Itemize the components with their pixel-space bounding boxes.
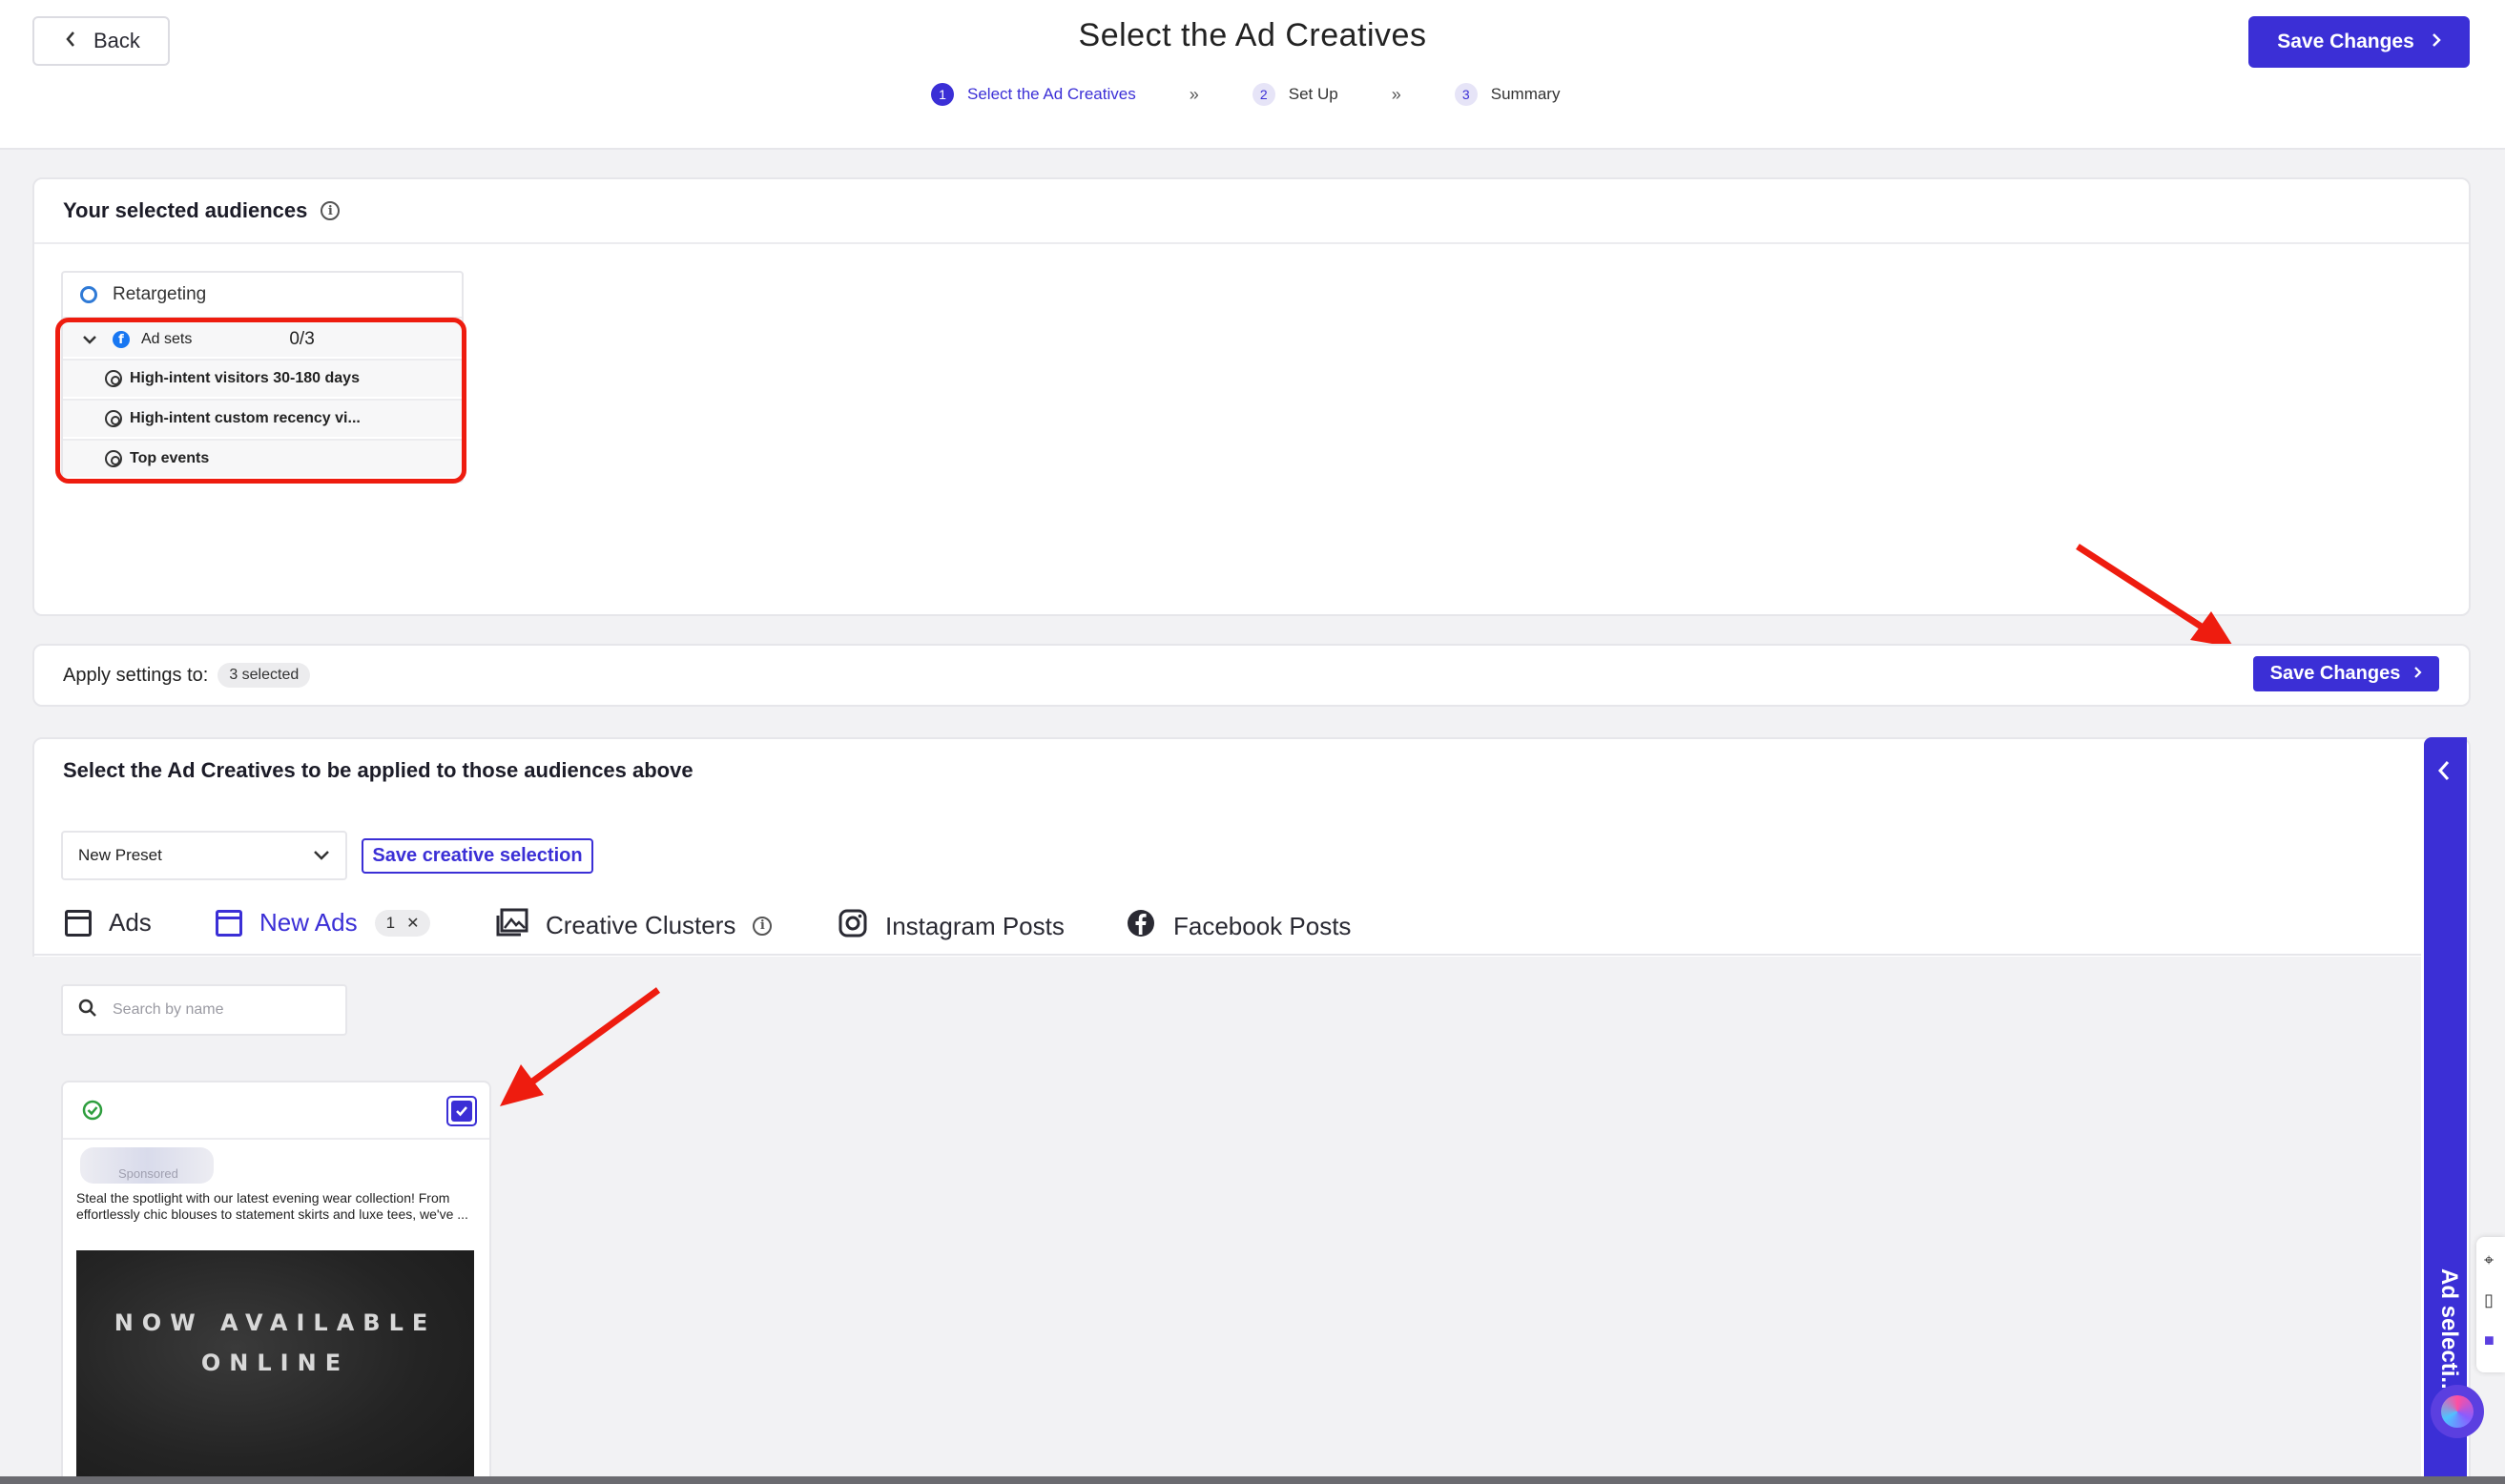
preset-dropdown[interactable]: New Preset bbox=[61, 831, 347, 880]
creative-tabs: Ads New Ads 1 ✕ Creative Clusters i Inst… bbox=[32, 897, 2421, 956]
save-changes-button-secondary[interactable]: Save Changes bbox=[2253, 656, 2439, 691]
chevron-right-icon bbox=[2413, 663, 2422, 685]
image-gallery-icon bbox=[496, 908, 528, 943]
audience-group-row[interactable]: Retargeting bbox=[63, 273, 462, 319]
search-input[interactable] bbox=[113, 1001, 322, 1019]
audiences-title: Your selected audiences bbox=[63, 198, 308, 222]
ad-card[interactable]: Sponsored Steal the spotlight with our l… bbox=[61, 1081, 491, 1484]
save-creative-selection-button[interactable]: Save creative selection bbox=[362, 838, 593, 874]
apply-settings-bar: Apply settings to: 3 selected bbox=[32, 644, 2471, 707]
count-value: 1 bbox=[385, 913, 396, 932]
checkmark-icon bbox=[451, 1101, 472, 1122]
step-separator: » bbox=[1189, 84, 1199, 104]
chevron-down-icon bbox=[313, 846, 330, 865]
highlight-annotation-box bbox=[55, 318, 466, 484]
tab-creative-clusters[interactable]: Creative Clusters i bbox=[496, 908, 773, 943]
bottom-scrollbar[interactable] bbox=[0, 1476, 2505, 1484]
check-circle-icon bbox=[82, 1100, 103, 1125]
step-select-creatives[interactable]: 1 Select the Ad Creatives bbox=[931, 83, 1136, 106]
select-checkbox[interactable] bbox=[446, 1096, 477, 1126]
annotation-arrow bbox=[500, 987, 661, 1106]
ad-image: NOW AVAILABLE ONLINE bbox=[76, 1250, 474, 1484]
ad-card-header bbox=[63, 1082, 489, 1140]
tab-label: Ads bbox=[109, 908, 152, 937]
tab-label: New Ads bbox=[259, 908, 358, 937]
ad-frame-icon bbox=[216, 909, 242, 937]
step-number: 2 bbox=[1252, 83, 1275, 106]
sponsored-label: Sponsored bbox=[118, 1166, 178, 1181]
side-toolbar: ⌖ ▯ ■ bbox=[2476, 1237, 2505, 1372]
tab-new-ads[interactable]: New Ads 1 ✕ bbox=[216, 908, 431, 938]
radio-icon bbox=[80, 286, 97, 303]
tab-label: Instagram Posts bbox=[885, 912, 1065, 940]
save-label: Save Changes bbox=[2269, 663, 2401, 684]
annotation-arrow bbox=[2076, 544, 2234, 648]
step-summary[interactable]: 3 Summary bbox=[1454, 83, 1561, 106]
preset-value: New Preset bbox=[78, 846, 162, 864]
info-icon[interactable]: i bbox=[753, 916, 773, 936]
info-icon[interactable]: i bbox=[321, 201, 341, 220]
save-changes-button[interactable]: Save Changes bbox=[2248, 16, 2470, 68]
ad-frame-icon bbox=[65, 909, 92, 937]
page-title: Select the Ad Creatives bbox=[1078, 17, 1427, 53]
save-label: Save Changes bbox=[2277, 31, 2414, 52]
new-ads-count-pill: 1 ✕ bbox=[374, 909, 431, 937]
step-number: 3 bbox=[1454, 83, 1478, 106]
step-number: 1 bbox=[931, 83, 954, 106]
tab-label: Facebook Posts bbox=[1173, 912, 1352, 940]
facebook-icon bbox=[1126, 908, 1156, 945]
close-icon[interactable]: ✕ bbox=[406, 914, 419, 933]
ad-image-line1: NOW AVAILABLE bbox=[114, 1309, 437, 1336]
step-label: Summary bbox=[1490, 85, 1561, 103]
chevron-left-icon[interactable] bbox=[2437, 760, 2451, 786]
chat-icon[interactable]: ■ bbox=[2484, 1330, 2495, 1350]
creatives-title: Select the Ad Creatives to be applied to… bbox=[63, 758, 694, 782]
ad-text: Steal the spotlight with our latest even… bbox=[76, 1190, 468, 1222]
tab-instagram-posts[interactable]: Instagram Posts bbox=[838, 908, 1065, 945]
audience-group-name: Retargeting bbox=[113, 284, 207, 304]
ad-image-line2: ONLINE bbox=[200, 1350, 350, 1376]
screenshot-icon[interactable]: ⌖ bbox=[2484, 1250, 2494, 1270]
tab-facebook-posts[interactable]: Facebook Posts bbox=[1126, 908, 1351, 945]
book-icon[interactable]: ▯ bbox=[2484, 1290, 2494, 1310]
step-separator: » bbox=[1391, 84, 1401, 104]
instagram-icon bbox=[838, 908, 868, 945]
tab-ads[interactable]: Ads bbox=[65, 908, 152, 938]
top-header: Back Select the Ad Creatives 1 Select th… bbox=[0, 0, 2505, 150]
search-box[interactable] bbox=[61, 984, 347, 1036]
chevron-right-icon bbox=[2432, 31, 2441, 53]
brain-icon bbox=[2441, 1395, 2474, 1428]
search-icon bbox=[78, 999, 97, 1022]
stepper: 1 Select the Ad Creatives » 2 Set Up » 3… bbox=[931, 82, 1560, 107]
apply-label: Apply settings to: bbox=[63, 664, 209, 686]
tab-label: Creative Clusters bbox=[546, 911, 736, 939]
assistant-avatar-icon[interactable] bbox=[2431, 1385, 2484, 1438]
audiences-header: Your selected audiences i bbox=[34, 179, 2469, 244]
selected-count-badge[interactable]: 3 selected bbox=[217, 663, 311, 688]
step-set-up[interactable]: 2 Set Up bbox=[1252, 83, 1338, 106]
step-label: Select the Ad Creatives bbox=[967, 85, 1136, 103]
step-label: Set Up bbox=[1288, 85, 1338, 103]
